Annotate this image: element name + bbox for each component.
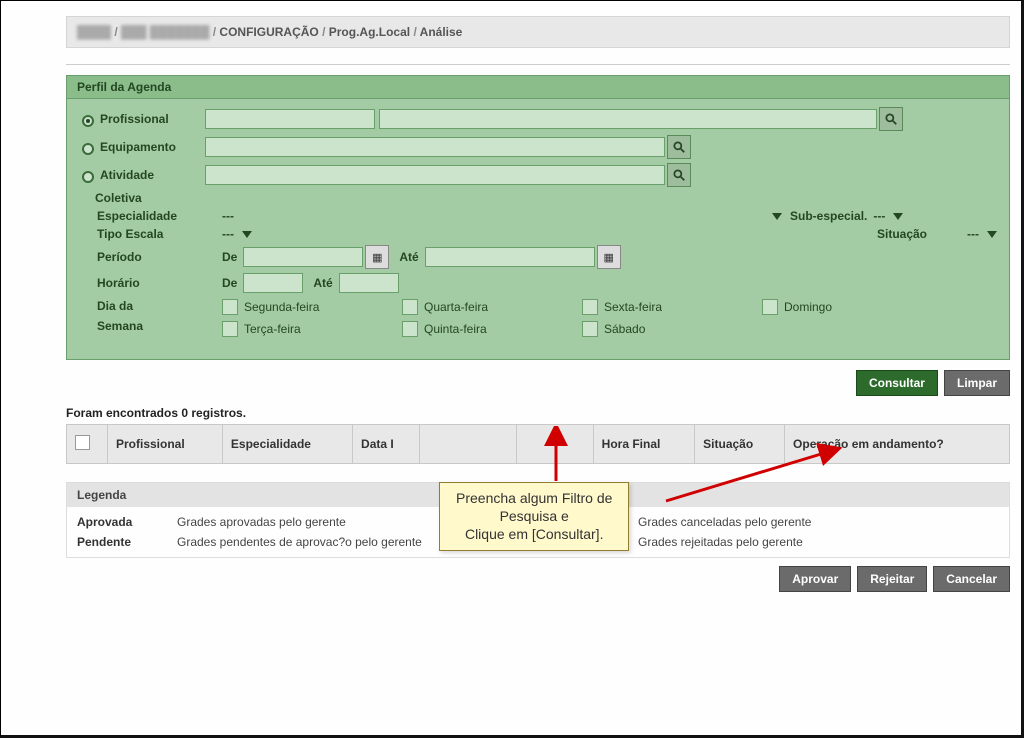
legend-k-aprovada: Aprovada — [77, 515, 177, 529]
checkbox-sabado[interactable] — [582, 321, 598, 337]
input-periodo-ate[interactable] — [425, 247, 595, 267]
divider — [66, 64, 1010, 65]
label-dia-l2: Semana — [97, 319, 222, 333]
callout-line2: Pesquisa e — [456, 507, 612, 525]
checkbox-terca[interactable] — [222, 321, 238, 337]
limpar-button[interactable]: Limpar — [944, 370, 1010, 396]
page-container: ████ / ███ ███████ / CONFIGURAÇÃO / Prog… — [0, 0, 1024, 738]
th-hidden-1 — [419, 425, 516, 464]
rejeitar-button[interactable]: Rejeitar — [857, 566, 927, 592]
th-situacao: Situação — [695, 425, 785, 464]
legend-v-cancelada: Grades canceladas pelo gerente — [638, 515, 999, 529]
cancelar-button[interactable]: Cancelar — [933, 566, 1010, 592]
chevron-down-icon — [772, 213, 782, 220]
chevron-down-icon — [242, 231, 252, 238]
panel-title: Perfil da Agenda — [67, 76, 1009, 99]
breadcrumb-part-blur-2: ███ ███████ — [121, 25, 209, 39]
label-horario: Horário — [77, 276, 222, 290]
label-ate-1: Até — [399, 250, 418, 264]
search-icon-equipamento[interactable] — [667, 135, 691, 159]
input-profissional-name[interactable] — [379, 109, 877, 129]
button-bar-top: Consultar Limpar — [66, 370, 1010, 396]
instruction-callout: Preencha algum Filtro de Pesquisa e Cliq… — [439, 482, 629, 551]
callout-line1: Preencha algum Filtro de — [456, 489, 612, 507]
breadcrumb-part-blur-1: ████ — [77, 25, 111, 39]
input-horario-de[interactable] — [243, 273, 303, 293]
label-dia-l1: Dia da — [97, 299, 222, 313]
label-equipamento: Equipamento — [100, 140, 205, 154]
breadcrumb-analise: Análise — [420, 25, 463, 39]
filter-panel: Perfil da Agenda Profissional Equipament… — [66, 75, 1010, 360]
dropdown-tipo-escala[interactable]: --- — [222, 227, 302, 241]
checkbox-select-all[interactable] — [75, 435, 90, 450]
checkbox-segunda[interactable] — [222, 299, 238, 315]
checkbox-domingo[interactable] — [762, 299, 778, 315]
checkbox-sexta[interactable] — [582, 299, 598, 315]
label-profissional: Profissional — [100, 112, 205, 126]
radio-profissional[interactable] — [82, 115, 94, 127]
th-hora-final: Hora Final — [593, 425, 695, 464]
input-horario-ate[interactable] — [339, 273, 399, 293]
input-atividade[interactable] — [205, 165, 665, 185]
breadcrumb-prog: Prog.Ag.Local — [329, 25, 410, 39]
label-ate-2: Até — [313, 276, 332, 290]
dropdown-sub-especial[interactable]: --- — [873, 209, 903, 223]
search-icon-atividade[interactable] — [667, 163, 691, 187]
consultar-button[interactable]: Consultar — [856, 370, 938, 396]
th-hidden-2 — [516, 425, 593, 464]
radio-atividade[interactable] — [82, 171, 94, 183]
button-bar-bottom: Aprovar Rejeitar Cancelar — [66, 566, 1010, 592]
results-count: Foram encontrados 0 registros. — [66, 406, 1010, 420]
radio-equipamento[interactable] — [82, 143, 94, 155]
th-operacao: Operação em andamento? — [785, 425, 1010, 464]
chevron-down-icon — [893, 213, 903, 220]
dropdown-situacao[interactable]: --- — [967, 227, 997, 241]
label-sub-especial: Sub-especial. — [790, 209, 867, 223]
legend-k-pendente: Pendente — [77, 535, 177, 549]
th-data-inicio: Data I — [353, 425, 420, 464]
label-atividade-l2: Coletiva — [95, 191, 200, 205]
th-profissional: Profissional — [108, 425, 223, 464]
input-profissional-code[interactable] — [205, 109, 375, 129]
calendar-icon-de[interactable]: ▦ — [365, 245, 389, 269]
breadcrumb-config: CONFIGURAÇÃO — [219, 25, 318, 39]
results-table: Profissional Especialidade Data I Hora F… — [66, 424, 1010, 464]
legend-v-rejeitada: Grades rejeitadas pelo gerente — [638, 535, 999, 549]
label-situacao: Situação — [877, 227, 927, 241]
input-periodo-de[interactable] — [243, 247, 363, 267]
callout-line3: Clique em [Consultar]. — [456, 525, 612, 543]
label-periodo: Período — [77, 250, 222, 264]
label-tipo-escala: Tipo Escala — [77, 227, 222, 241]
input-equipamento[interactable] — [205, 137, 665, 157]
th-especialidade: Especialidade — [222, 425, 352, 464]
dropdown-especialidade[interactable]: --- — [222, 209, 782, 223]
aprovar-button[interactable]: Aprovar — [779, 566, 851, 592]
checkbox-quarta[interactable] — [402, 299, 418, 315]
label-especialidade: Especialidade — [77, 209, 222, 223]
checkbox-quinta[interactable] — [402, 321, 418, 337]
label-atividade-l1: Atividade — [100, 168, 205, 182]
label-de-2: De — [222, 276, 237, 290]
breadcrumb: ████ / ███ ███████ / CONFIGURAÇÃO / Prog… — [66, 16, 1010, 48]
calendar-icon-ate[interactable]: ▦ — [597, 245, 621, 269]
search-icon-profissional[interactable] — [879, 107, 903, 131]
label-de-1: De — [222, 250, 237, 264]
chevron-down-icon — [987, 231, 997, 238]
